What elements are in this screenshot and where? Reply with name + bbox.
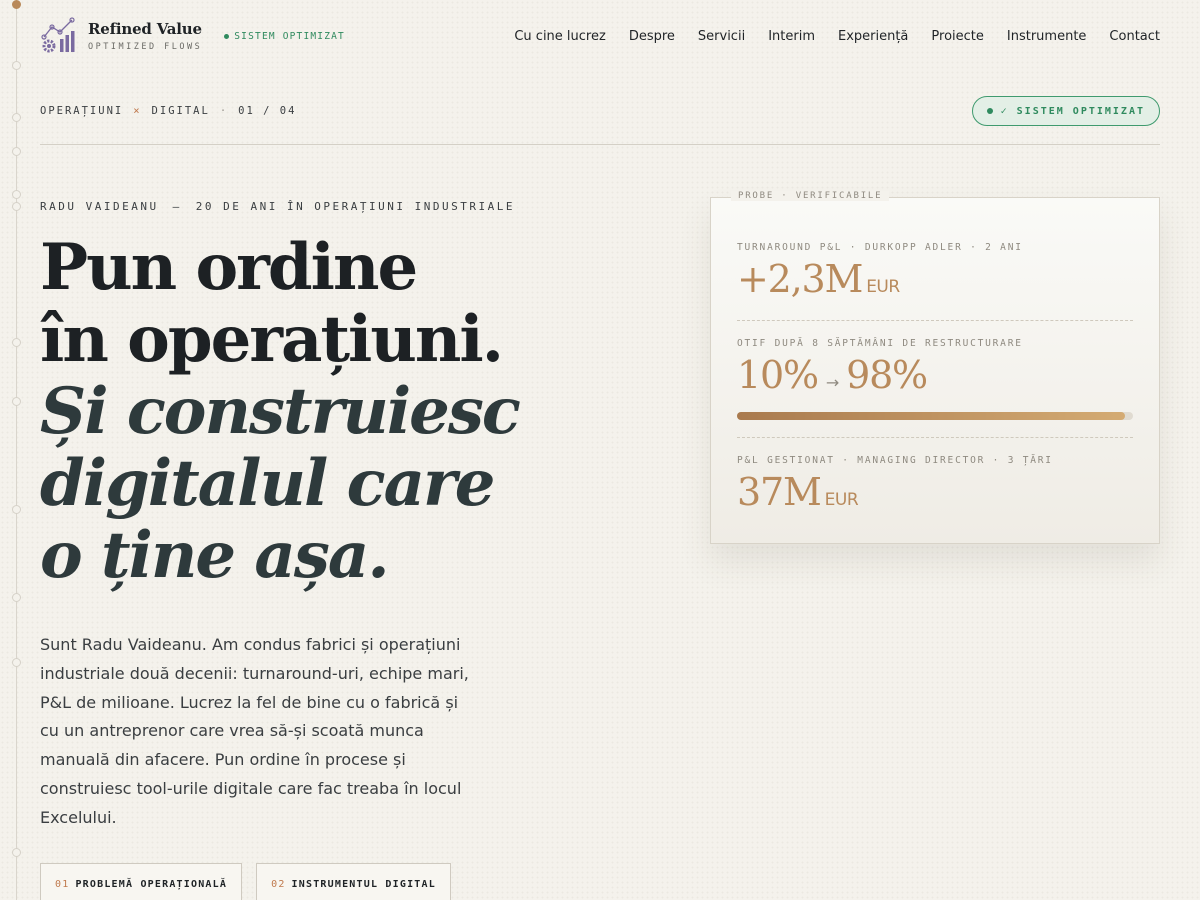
rail-dot[interactable]: [12, 147, 21, 156]
cta-1-label: PROBLEMĂ OPERAȚIONALĂ: [75, 878, 228, 890]
nav-instrumente[interactable]: Instrumente: [1007, 29, 1087, 44]
evidence-card: PROBE · VERIFICABILE TURNAROUND P&L · DU…: [710, 191, 1160, 544]
hero-headline: Pun ordine în operațiuni. Și construiesc…: [40, 232, 680, 592]
nav-cu-cine-lucrez[interactable]: Cu cine lucrez: [514, 29, 605, 44]
section-breadcrumb: OPERAȚIUNI × DIGITAL · 01 / 04: [40, 105, 296, 117]
metric-otif: OTIF DUPĂ 8 SĂPTĂMÂNI DE RESTRUCTURARE 1…: [737, 338, 1133, 397]
section-bar: OPERAȚIUNI × DIGITAL · 01 / 04 ✓ SISTEM …: [40, 96, 1160, 126]
rail-dot[interactable]: [12, 338, 21, 347]
metric-value: 10% → 98%: [737, 353, 1133, 397]
cta-operational-problem-button[interactable]: 01 PROBLEMĂ OPERAȚIONALĂ: [40, 863, 243, 900]
rail-dot[interactable]: [12, 505, 21, 514]
system-status-indicator: SISTEM OPTIMIZAT: [224, 31, 345, 42]
section-right-label: DIGITAL: [151, 105, 210, 117]
otif-progress-bar: [737, 412, 1133, 420]
badge-status-dot-icon: [986, 108, 993, 114]
rail-dot[interactable]: [12, 658, 21, 667]
section-divider: [40, 144, 1160, 145]
headline-line-2: în operațiuni.: [40, 302, 504, 377]
nav-despre[interactable]: Despre: [629, 29, 675, 44]
status-dot-icon: [224, 33, 230, 39]
metric-value: +2,3M EUR: [737, 257, 1133, 301]
arrow-right-icon: →: [825, 373, 839, 392]
rail-dot-active[interactable]: [12, 0, 21, 9]
metric-turnaround: TURNAROUND P&L · DURKOPP ADLER · 2 ANI +…: [737, 242, 1133, 301]
brand-tagline: OPTIMIZED FLOWS: [88, 42, 203, 52]
section-left-label: OPERAȚIUNI: [40, 105, 124, 117]
rail-dot[interactable]: [12, 190, 21, 199]
otif-progress-fill: [737, 412, 1126, 420]
cta-2-label: INSTRUMENTUL DIGITAL: [291, 878, 436, 890]
metric-caption: TURNAROUND P&L · DURKOPP ADLER · 2 ANI: [737, 242, 1023, 253]
metric-divider: [737, 320, 1133, 321]
section-separator: ·: [219, 105, 229, 117]
evidence-card-label: PROBE · VERIFICABILE: [731, 191, 890, 201]
metric-to: 98%: [846, 353, 928, 397]
cta-1-number: 01: [55, 878, 70, 890]
eyebrow-name: RADU VAIDEANU: [40, 200, 159, 213]
system-optimized-badge: ✓ SISTEM OPTIMIZAT: [971, 96, 1160, 126]
metric-divider: [737, 437, 1133, 438]
metric-value: 37M EUR: [737, 470, 1133, 514]
metric-number: +2,3M: [737, 257, 863, 301]
metric-from: 10%: [737, 353, 819, 397]
section-cross-mark: ×: [133, 105, 142, 117]
section-counter: 01 / 04: [238, 105, 297, 117]
metric-unit: EUR: [866, 277, 900, 297]
rail-dot[interactable]: [12, 593, 21, 602]
metric-caption: OTIF DUPĂ 8 SĂPTĂMÂNI DE RESTRUCTURARE: [737, 338, 1023, 349]
cta-2-number: 02: [271, 878, 286, 890]
nav-interim[interactable]: Interim: [768, 29, 815, 44]
hero-intro-paragraph: Sunt Radu Vaideanu. Am condus fabrici și…: [40, 635, 469, 827]
eyebrow-role: 20 DE ANI ÎN OPERAȚIUNI INDUSTRIALE: [195, 200, 516, 213]
hero-eyebrow: RADU VAIDEANU — 20 DE ANI ÎN OPERAȚIUNI …: [40, 200, 515, 213]
nav-experienta[interactable]: Experiență: [838, 29, 908, 44]
main-nav: Cu cine lucrez Despre Servicii Interim E…: [514, 29, 1160, 44]
hero-cta-group: 01 PROBLEMĂ OPERAȚIONALĂ 02 INSTRUMENTUL…: [40, 863, 451, 900]
metric-caption: P&L GESTIONAT · MANAGING DIRECTOR · 3 ȚĂ…: [737, 455, 1053, 466]
rail-dot[interactable]: [12, 113, 21, 122]
nav-contact[interactable]: Contact: [1109, 29, 1160, 44]
brand-logo[interactable]: Refined Value OPTIMIZED FLOWS: [40, 17, 202, 55]
metric-pl-managed: P&L GESTIONAT · MANAGING DIRECTOR · 3 ȚĂ…: [737, 455, 1133, 514]
headline-line-4: digitalul care: [40, 446, 495, 521]
system-status-label: SISTEM OPTIMIZAT: [234, 30, 345, 42]
headline-line-3: Și construiesc: [40, 374, 521, 449]
rail-dot[interactable]: [12, 61, 21, 70]
metric-unit: EUR: [824, 490, 859, 510]
brand-name: Refined Value: [88, 20, 202, 38]
nav-servicii[interactable]: Servicii: [698, 29, 745, 44]
cta-digital-tool-button[interactable]: 02 INSTRUMENTUL DIGITAL: [256, 863, 451, 900]
badge-label: ✓ SISTEM OPTIMIZAT: [1000, 105, 1145, 117]
headline-line-5: o ține așa.: [40, 518, 390, 593]
headline-line-1: Pun ordine: [40, 230, 418, 305]
rail-dot[interactable]: [12, 397, 21, 406]
rail-dot[interactable]: [12, 202, 21, 211]
eyebrow-dash: —: [172, 200, 182, 213]
logo-gear-chart-icon: [41, 17, 75, 53]
nav-proiecte[interactable]: Proiecte: [931, 29, 983, 44]
site-header: Refined Value OPTIMIZED FLOWS SISTEM OPT…: [40, 14, 1160, 58]
metric-number: 37M: [737, 470, 822, 514]
rail-dot[interactable]: [12, 848, 21, 857]
scroll-rail: [16, 0, 17, 900]
